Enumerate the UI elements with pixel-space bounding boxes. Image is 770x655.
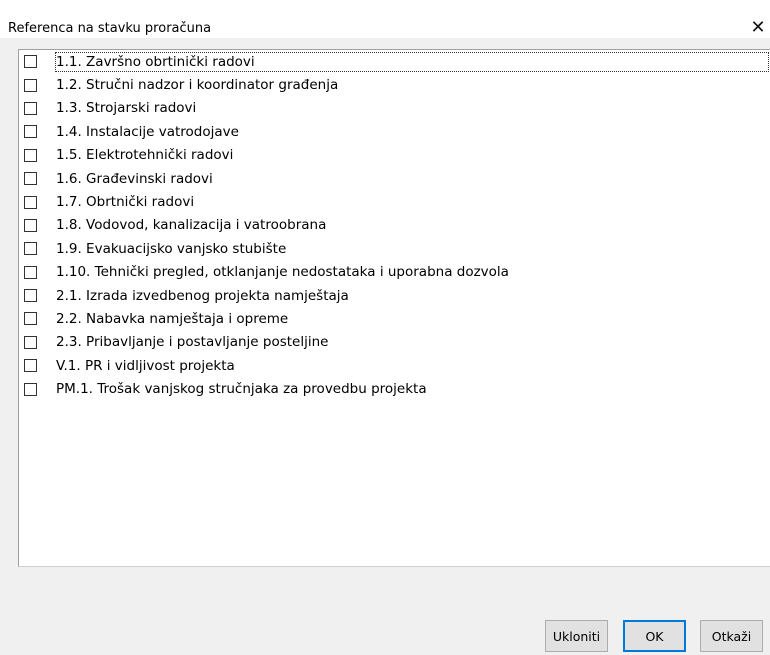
list-item-label: 1.3. Strojarski radovi — [56, 100, 197, 117]
checkbox-icon[interactable] — [24, 242, 37, 256]
list-item[interactable]: 1.3. Strojarski radovi — [19, 97, 770, 120]
checkbox-icon[interactable] — [24, 148, 37, 162]
checkbox-icon[interactable] — [24, 125, 37, 139]
list-item[interactable]: 1.2. Stručni nadzor i koordinator građen… — [19, 73, 770, 96]
list-item-label: PM.1. Trošak vanjskog stručnjaka za prov… — [56, 381, 427, 398]
list-item-label: 2.1. Izrada izvedbenog projekta namješta… — [56, 287, 349, 304]
list-item[interactable]: 1.9. Evakuacijsko vanjsko stubište — [19, 237, 770, 260]
list-item[interactable]: 2.1. Izrada izvedbenog projekta namješta… — [19, 284, 770, 307]
list-item-label: 1.7. Obrtnički radovi — [56, 194, 195, 211]
checkbox-icon[interactable] — [24, 335, 37, 349]
checkbox-icon[interactable] — [24, 55, 37, 69]
list-item[interactable]: 1.5. Elektrotehnički radovi — [19, 144, 770, 167]
title-bar: Referenca na stavku proračuna ✕ — [0, 0, 770, 38]
close-icon: ✕ — [750, 17, 766, 38]
list-item[interactable]: 1.7. Obrtnički radovi — [19, 190, 770, 213]
remove-button[interactable]: Ukloniti — [545, 620, 608, 652]
list-item-label: 1.10. Tehnički pregled, otklanjanje nedo… — [56, 264, 509, 281]
cancel-button[interactable]: Otkaži — [700, 620, 763, 652]
list-item-label: V.1. PR i vidljivost projekta — [56, 357, 235, 374]
list-item-label: 1.5. Elektrotehnički radovi — [56, 147, 234, 164]
list-item-label: 1.1. Završno obrtinički radovi — [55, 51, 769, 72]
checkbox-icon[interactable] — [24, 312, 37, 326]
close-button[interactable]: ✕ — [746, 18, 770, 40]
list-item-label: 1.6. Građevinski radovi — [56, 170, 213, 187]
list-item-label: 1.9. Evakuacijsko vanjsko stubište — [56, 240, 287, 257]
checkbox-icon[interactable] — [24, 78, 37, 92]
list-item[interactable]: 1.1. Završno obrtinički radovi — [19, 50, 770, 73]
list-item[interactable]: 1.10. Tehnički pregled, otklanjanje nedo… — [19, 261, 770, 284]
checkbox-icon[interactable] — [24, 265, 37, 279]
dialog-window: Referenca na stavku proračuna ✕ 1.1. Zav… — [0, 0, 770, 655]
list-item[interactable]: 2.2. Nabavka namještaja i opreme — [19, 307, 770, 330]
list-item-label: 2.2. Nabavka namještaja i opreme — [56, 310, 289, 327]
list-item-label: 2.3. Pribavljanje i postavljanje postelj… — [56, 334, 329, 351]
list-item[interactable]: 1.8. Vodovod, kanalizacija i vatroobrana — [19, 214, 770, 237]
checkbox-icon[interactable] — [24, 195, 37, 209]
checkbox-icon[interactable] — [24, 359, 37, 373]
list-item-label: 1.8. Vodovod, kanalizacija i vatroobrana — [56, 217, 327, 234]
checkbox-icon[interactable] — [24, 101, 37, 115]
list-item[interactable]: PM.1. Trošak vanjskog stručnjaka za prov… — [19, 377, 770, 400]
checkbox-icon[interactable] — [24, 172, 37, 186]
list-item[interactable]: V.1. PR i vidljivost projekta — [19, 354, 770, 377]
list-item[interactable]: 1.6. Građevinski radovi — [19, 167, 770, 190]
checkbox-icon[interactable] — [24, 218, 37, 232]
checklist-box[interactable]: 1.1. Završno obrtinički radovi 1.2. Struč… — [18, 49, 770, 567]
list-item[interactable]: 2.3. Pribavljanje i postavljanje postelj… — [19, 331, 770, 354]
list-item-label: 1.4. Instalacije vatrodojave — [56, 123, 239, 140]
dialog-title: Referenca na stavku proračuna — [8, 21, 212, 36]
list-item-label: 1.2. Stručni nadzor i koordinator građen… — [56, 77, 339, 94]
checkbox-icon[interactable] — [24, 289, 37, 303]
list-item[interactable]: 1.4. Instalacije vatrodojave — [19, 120, 770, 143]
ok-button[interactable]: OK — [623, 620, 686, 652]
checkbox-icon[interactable] — [24, 382, 37, 396]
